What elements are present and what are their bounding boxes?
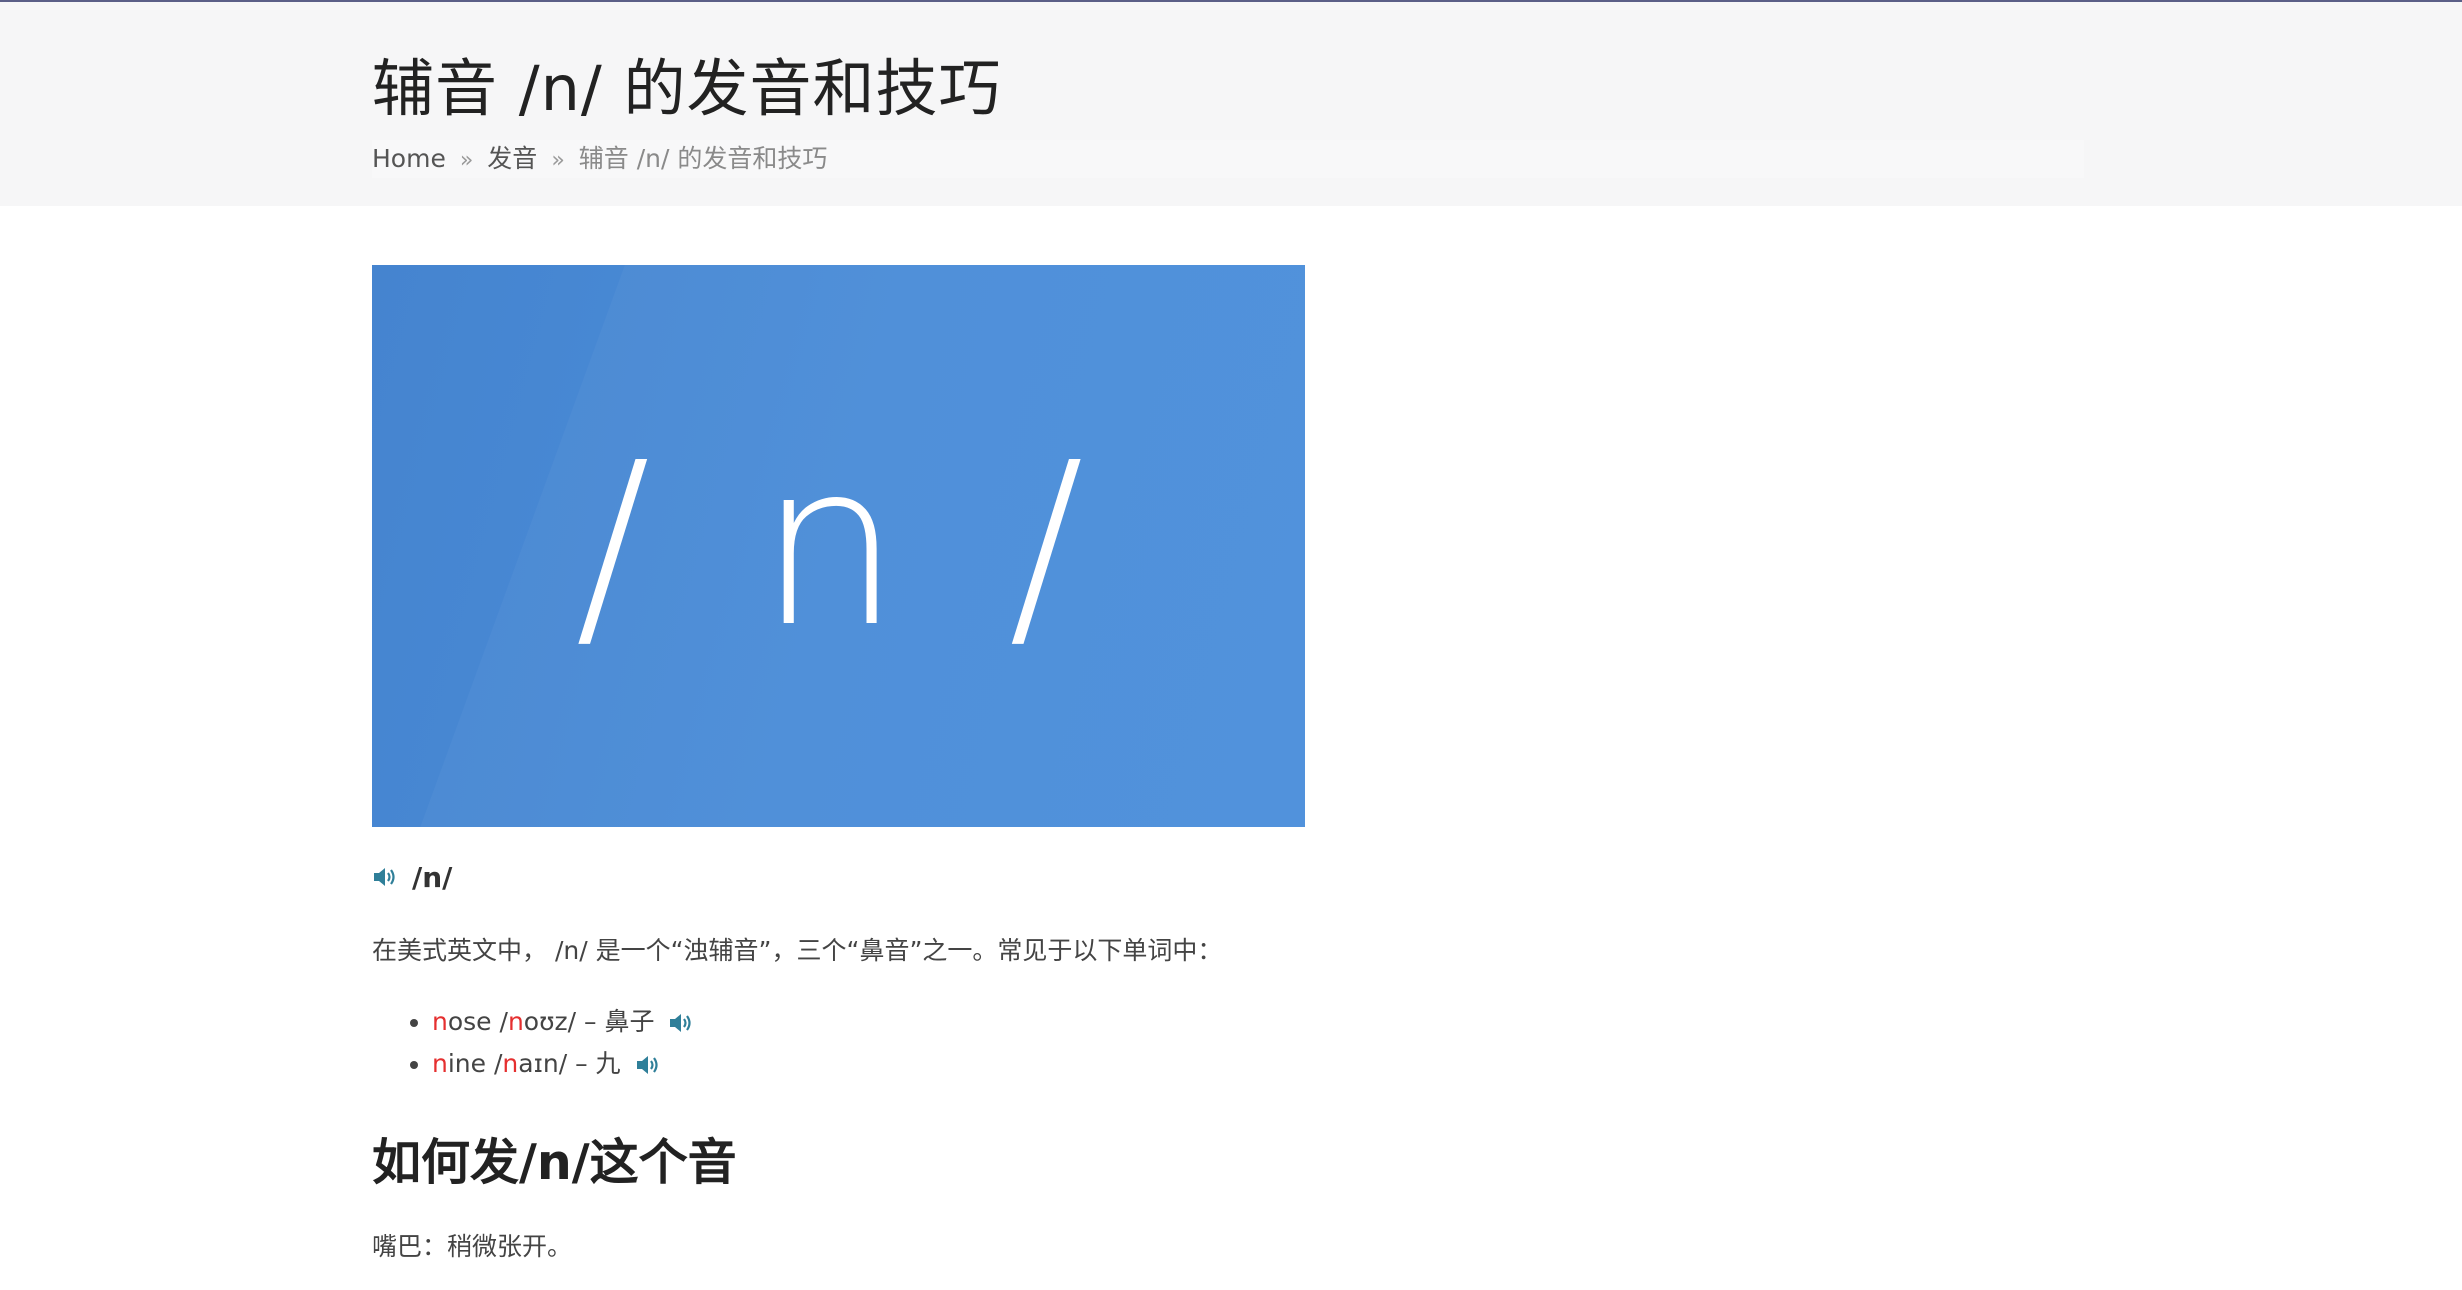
ipa-rest: oʊz/: [523, 1007, 577, 1036]
breadcrumb-category-link[interactable]: 发音: [487, 144, 537, 173]
ipa-prefix: /: [491, 1007, 508, 1036]
breadcrumb-current: 辅音 /n/ 的发音和技巧: [578, 144, 828, 173]
breadcrumb: Home » 发音 » 辅音 /n/ 的发音和技巧: [372, 140, 2084, 178]
article-content: / n / /n/ 在美式英文中， /n/ 是一个“浊辅音”，三个“鼻音”之一。…: [372, 265, 1472, 1290]
word-highlight: n: [432, 1007, 448, 1036]
phoneme-label: /n/: [412, 860, 453, 894]
speaker-icon[interactable]: [635, 1054, 661, 1076]
intro-paragraph: 在美式英文中， /n/ 是一个“浊辅音”，三个“鼻音”之一。常见于以下单词中：: [372, 936, 1223, 965]
ipa-prefix: /: [486, 1049, 503, 1078]
mouth-instruction: 嘴巴：稍微张开。: [372, 1232, 573, 1261]
breadcrumb-separator: »: [459, 148, 474, 173]
breadcrumb-home-link[interactable]: Home: [372, 144, 446, 173]
word-highlight: n: [432, 1049, 448, 1078]
hero-phoneme-text: / n /: [574, 415, 1103, 677]
ipa-rest: aɪn/: [518, 1049, 568, 1078]
breadcrumb-separator: »: [551, 148, 565, 173]
ipa-highlight: n: [502, 1049, 519, 1078]
list-item: nose /noʊz/ – 鼻子: [432, 1001, 1472, 1043]
word-meaning: – 鼻子: [576, 1007, 655, 1036]
hero-image: / n /: [372, 265, 1305, 827]
ipa-highlight: n: [507, 1007, 524, 1036]
speaker-icon[interactable]: [668, 1012, 694, 1034]
page-title: 辅音 /n/ 的发音和技巧: [372, 52, 1002, 125]
word-meaning: – 九: [567, 1049, 621, 1078]
section-heading: 如何发/n/这个音: [372, 1134, 737, 1191]
page-header: 辅音 /n/ 的发音和技巧 Home » 发音 » 辅音 /n/ 的发音和技巧: [0, 2, 2462, 206]
example-word-list: nose /noʊz/ – 鼻子 nine /naɪn/ – 九: [372, 1001, 1472, 1085]
list-item: nine /naɪn/ – 九: [432, 1043, 1472, 1085]
speaker-icon[interactable]: [372, 866, 398, 888]
word-rest: ose: [447, 1007, 492, 1036]
word-rest: ine: [447, 1049, 487, 1078]
phoneme-audio-line: /n/: [372, 859, 1472, 895]
